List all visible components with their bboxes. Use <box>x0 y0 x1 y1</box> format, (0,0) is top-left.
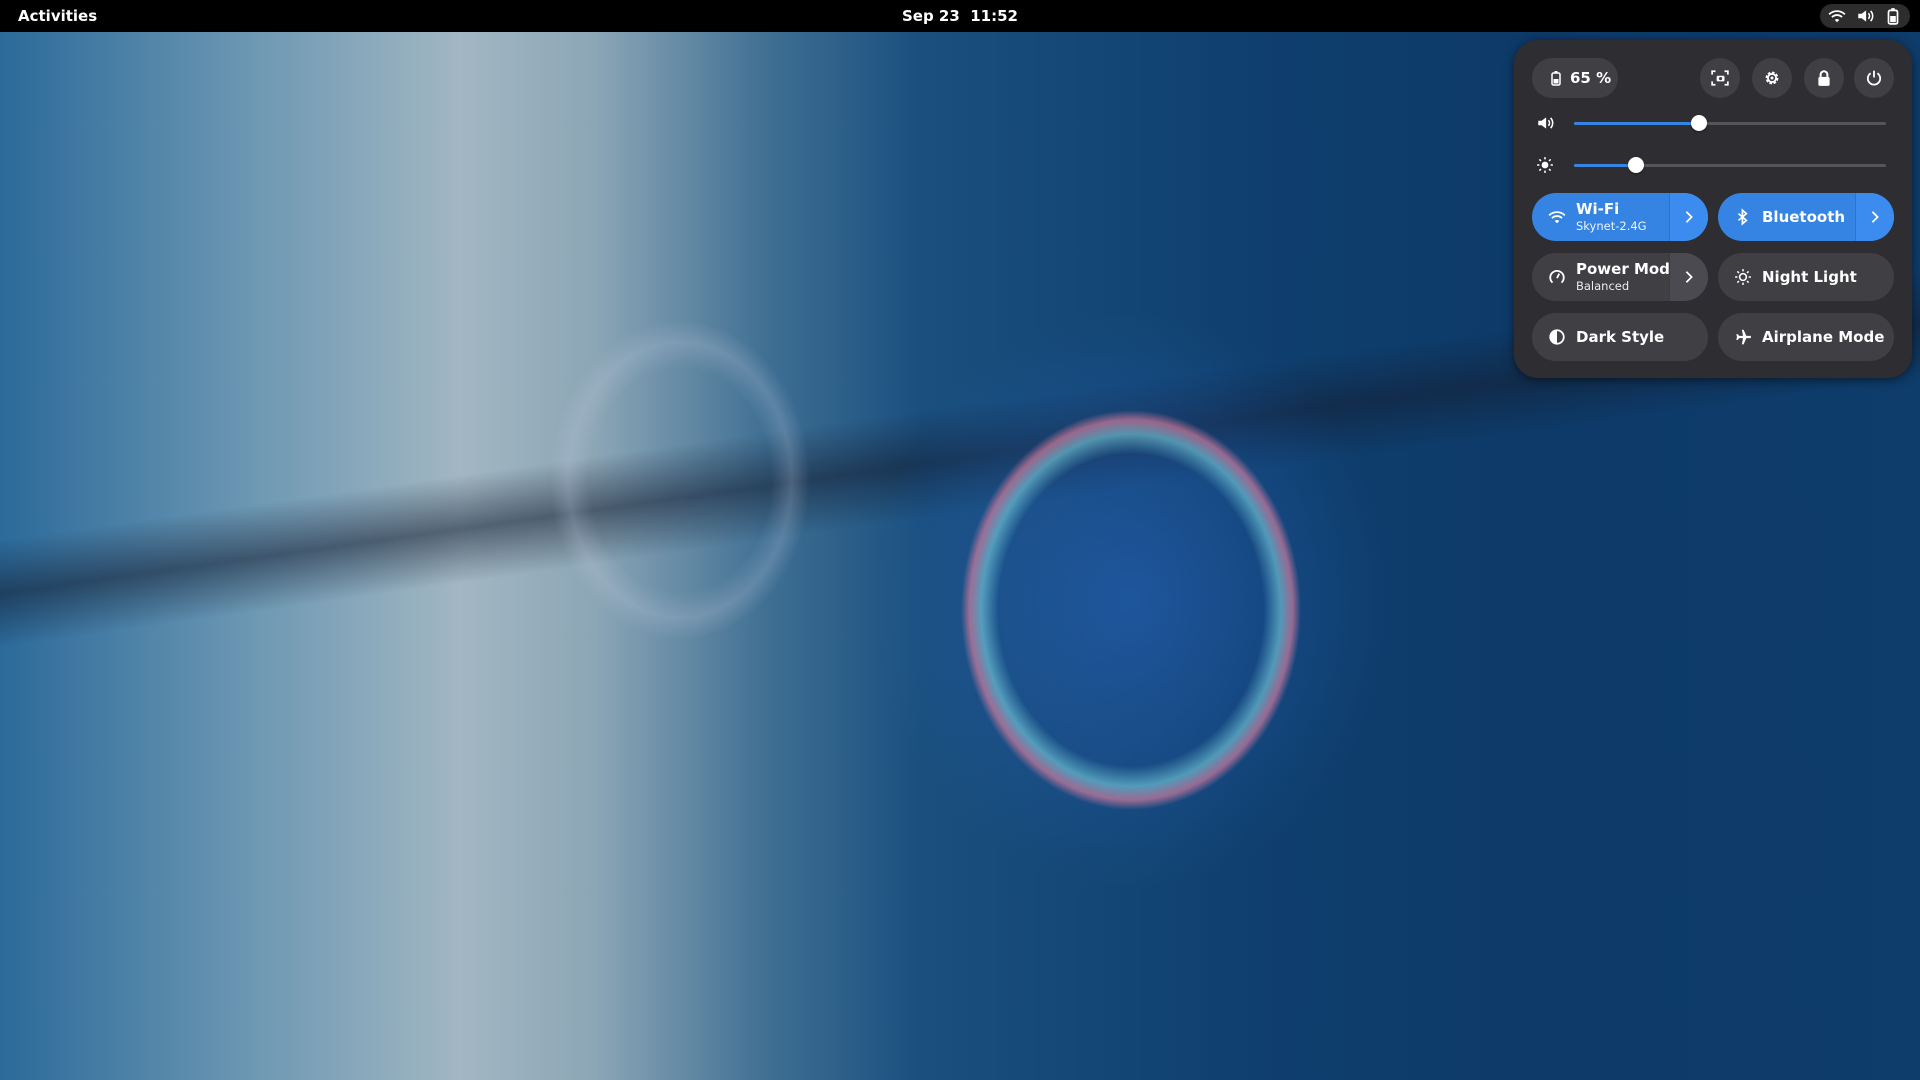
airplane-icon <box>1736 329 1751 345</box>
bluetooth-title: Bluetooth <box>1762 207 1846 226</box>
chevron-right-icon <box>1871 211 1879 223</box>
power-icon <box>1866 70 1882 86</box>
power-mode-title: Power Mode <box>1576 260 1681 279</box>
power-mode-icon <box>1549 269 1565 284</box>
settings-button[interactable] <box>1752 58 1792 98</box>
bluetooth-tile: Bluetooth <box>1718 193 1894 241</box>
power-mode-value: Balanced <box>1576 278 1630 293</box>
airplane-mode-toggle[interactable]: Airplane Mode <box>1718 313 1884 361</box>
battery-icon <box>1887 8 1899 25</box>
airplane-mode-tile[interactable]: Airplane Mode <box>1718 313 1894 361</box>
brightness-slider-fill <box>1574 164 1637 167</box>
gear-icon <box>1765 71 1779 85</box>
bluetooth-icon <box>1737 208 1748 226</box>
wifi-menu-button[interactable] <box>1669 193 1708 241</box>
night-light-title: Night Light <box>1762 267 1857 286</box>
chevron-right-icon <box>1685 211 1693 223</box>
brightness-slider-knob[interactable] <box>1628 157 1645 173</box>
clock-date: Sep 23 <box>901 7 960 25</box>
power-mode-tile: Power Mode Balanced <box>1532 253 1708 301</box>
power-mode-menu-button[interactable] <box>1669 253 1708 301</box>
volume-icon <box>1538 117 1554 129</box>
activities-button[interactable]: Activities <box>18 0 97 32</box>
wifi-tile: Wi-Fi Skynet-2.4G <box>1532 193 1708 241</box>
airplane-mode-title: Airplane Mode <box>1762 327 1885 346</box>
night-light-tile[interactable]: Night Light <box>1718 253 1894 301</box>
quick-settings-panel: 65 % Wi-Fi Skynet-2.4G Bluetooth Power M… <box>1514 40 1912 378</box>
screenshot-button[interactable] <box>1700 58 1740 98</box>
brightness-slider[interactable] <box>1574 157 1886 173</box>
volume-slider[interactable] <box>1574 115 1886 131</box>
power-button[interactable] <box>1854 58 1894 98</box>
power-mode-toggle[interactable]: Power Mode Balanced <box>1532 253 1680 301</box>
lock-icon <box>1818 70 1830 86</box>
battery-icon <box>1551 71 1561 86</box>
volume-slider-knob[interactable] <box>1690 115 1707 131</box>
chevron-right-icon <box>1685 271 1693 283</box>
volume-icon <box>1858 10 1874 22</box>
night-light-icon <box>1735 269 1751 285</box>
dark-style-toggle[interactable]: Dark Style <box>1532 313 1664 361</box>
dark-style-icon <box>1549 329 1565 345</box>
clock-time: 11:52 <box>970 7 1018 25</box>
dark-style-tile[interactable]: Dark Style <box>1532 313 1708 361</box>
brightness-slider-row <box>1532 150 1894 180</box>
wifi-network-name: Skynet-2.4G <box>1576 218 1647 233</box>
top-bar: Activities Sep 23 11:52 <box>0 0 1920 32</box>
bluetooth-menu-button[interactable] <box>1855 193 1894 241</box>
screenshot-icon <box>1711 70 1729 86</box>
wifi-toggle[interactable]: Wi-Fi Skynet-2.4G <box>1532 193 1647 241</box>
battery-percentage: 65 % <box>1570 69 1612 87</box>
clock: Sep 23 11:52 <box>0 0 1920 32</box>
dark-style-title: Dark Style <box>1576 327 1665 346</box>
system-tray-button[interactable] <box>1820 4 1910 28</box>
bluetooth-toggle[interactable]: Bluetooth <box>1718 193 1845 241</box>
clock-button[interactable]: Sep 23 11:52 <box>902 7 1018 25</box>
volume-slider-row <box>1532 108 1894 138</box>
brightness-icon <box>1537 157 1553 173</box>
night-light-toggle[interactable]: Night Light <box>1718 253 1857 301</box>
lock-button[interactable] <box>1804 58 1844 98</box>
volume-slider-fill <box>1574 122 1699 125</box>
wifi-icon <box>1828 10 1846 23</box>
wifi-icon <box>1548 211 1566 224</box>
battery-button[interactable]: 65 % <box>1532 58 1618 98</box>
quick-settings-header: 65 % <box>1532 58 1894 98</box>
wifi-title: Wi-Fi <box>1576 200 1620 219</box>
